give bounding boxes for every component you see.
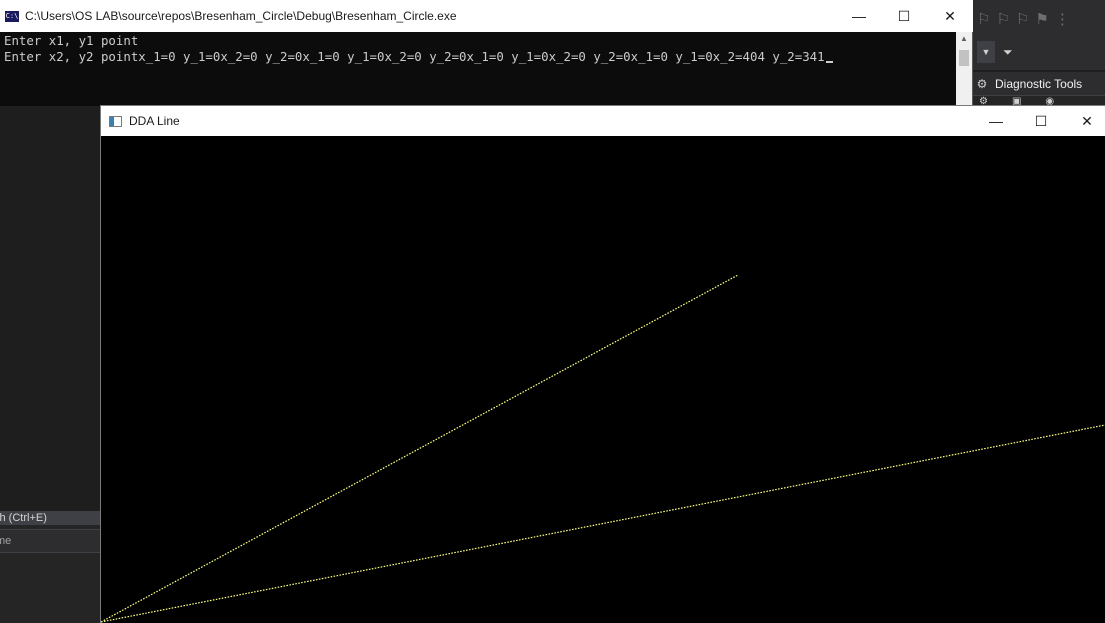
dda-close-button[interactable]: ✕ [1064,106,1105,136]
console-maximize-button[interactable]: ☐ [881,0,927,32]
console-window: C:\ C:\Users\OS LAB\source\repos\Bresenh… [0,0,973,106]
console-app-icon: C:\ [5,10,19,22]
vs-config-toolbar: ▼ ⏷ [973,34,1105,70]
drawn-line-steep [101,274,739,623]
dda-minimize-button[interactable]: — [973,106,1019,136]
toolbar-overflow-icon[interactable]: ⋮ [1055,12,1070,27]
scrollbar-thumb[interactable] [959,50,969,66]
name-column-label: me [0,535,12,547]
name-column-header[interactable]: me [0,529,100,553]
bookmark-next-icon[interactable]: ⚐ [1016,12,1029,27]
dda-window-title: DDA Line [129,114,180,128]
config-dropdown[interactable]: ▼ [977,41,995,63]
bookmark-prev-icon[interactable]: ⚐ [996,12,1009,27]
console-titlebar[interactable]: C:\ C:\Users\OS LAB\source\repos\Bresenh… [0,0,973,32]
text-cursor [825,61,833,63]
console-line-2: Enter x2, y2 pointx_1=0 y_1=0x_2=0 y_2=0… [4,49,956,65]
dda-maximize-button[interactable]: ☐ [1018,106,1064,136]
console-minimize-button[interactable]: — [836,0,882,32]
gear-icon[interactable]: ⚙ [973,77,991,91]
dda-titlebar[interactable]: DDA Line — ☐ ✕ [101,106,1105,136]
diagnostic-tools-title[interactable]: Diagnostic Tools [991,77,1082,91]
window-app-icon [109,115,122,127]
search-input[interactable]: ch (Ctrl+E) [0,511,100,525]
console-scrollbar[interactable]: ▲ [956,32,972,106]
bookmark-clear-icon[interactable]: ⚑ [1035,12,1048,27]
graphics-canvas [101,136,1105,623]
vs-bookmark-toolbar: ⚐ ⚐ ⚐ ⚑ ⋮ [973,4,1105,34]
console-line-2-text: Enter x2, y2 pointx_1=0 y_1=0x_2=0 y_2=0… [4,49,825,64]
diagnostic-tools-header: ⚙ Diagnostic Tools [973,72,1105,96]
toolbar-options-icon[interactable]: ⏷ [1003,45,1013,60]
bookmark-icon[interactable]: ⚐ [977,12,990,27]
canvas-drawing [101,274,1105,623]
vs-left-panel [0,511,100,623]
dda-line-window: DDA Line — ☐ ✕ [100,105,1105,623]
drawn-line-shallow [101,424,1105,623]
scroll-up-icon[interactable]: ▲ [956,32,972,46]
console-title: C:\Users\OS LAB\source\repos\Bresenham_C… [25,9,457,23]
console-output[interactable]: Enter x1, y1 point Enter x2, y2 pointx_1=… [0,32,956,106]
console-line-1: Enter x1, y1 point [4,33,139,48]
console-close-button[interactable]: ✕ [927,0,973,32]
search-label: ch (Ctrl+E) [0,512,47,524]
